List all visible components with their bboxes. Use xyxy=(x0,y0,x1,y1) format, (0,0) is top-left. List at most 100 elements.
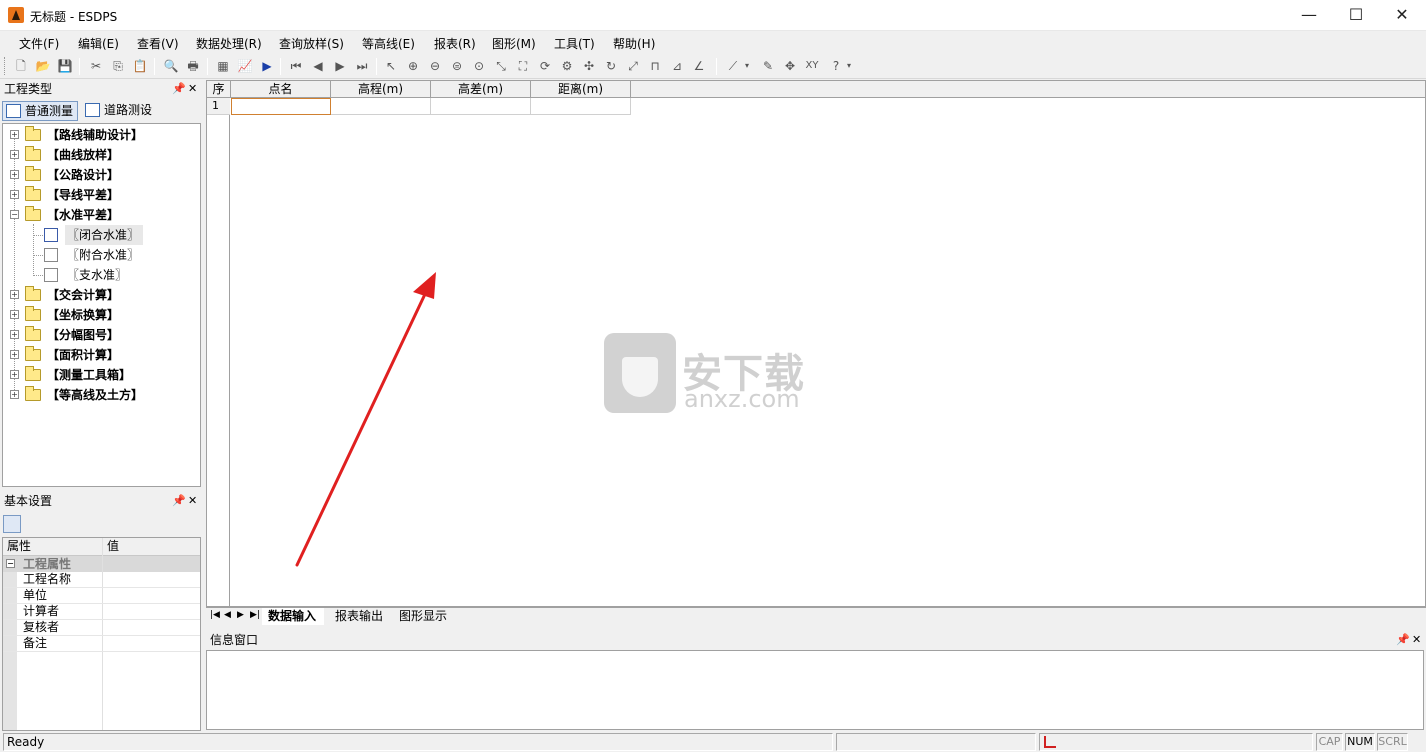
close-icon[interactable]: ✕ xyxy=(188,492,197,510)
close-icon[interactable]: ✕ xyxy=(1412,631,1421,649)
calculate-icon[interactable]: ▦ xyxy=(215,58,231,74)
prev-sheet-icon[interactable]: ◀ xyxy=(224,610,231,620)
menu-file[interactable]: 文件(F) xyxy=(19,35,59,52)
pin-icon[interactable]: 📌 xyxy=(172,80,186,98)
pen-icon[interactable]: ✎ xyxy=(760,58,776,74)
tree-item-area-calc[interactable]: + 【面积计算】 xyxy=(3,345,200,365)
tree-item-closed-leveling[interactable]: 〖闭合水准〗 xyxy=(3,225,200,245)
property-row-calculator[interactable]: 计算者 xyxy=(3,604,200,620)
column-header-point-name[interactable]: 点名 xyxy=(231,81,331,98)
last-record-icon[interactable]: ⏭ xyxy=(354,58,370,74)
column-header-height-diff[interactable]: 高差(m) xyxy=(431,81,531,98)
tab-report-output[interactable]: 报表输出 xyxy=(329,608,391,625)
menu-graphics[interactable]: 图形(M) xyxy=(492,35,536,52)
menu-contour[interactable]: 等高线(E) xyxy=(362,35,415,52)
grid-cell-height-diff[interactable] xyxy=(431,98,531,115)
tree-item-curve-stakeout[interactable]: + 【曲线放样】 xyxy=(3,145,200,165)
column-header-elevation[interactable]: 高程(m) xyxy=(331,81,431,98)
expand-icon[interactable]: + xyxy=(10,350,19,359)
close-icon[interactable]: ✕ xyxy=(188,80,197,98)
xy-coordinate-icon[interactable]: XY xyxy=(804,58,820,74)
column-header-seq[interactable]: 序 xyxy=(207,81,231,98)
play-icon[interactable]: ▶ xyxy=(259,58,275,74)
new-file-icon[interactable]: 🗋 xyxy=(13,58,29,74)
menu-data-processing[interactable]: 数据处理(R) xyxy=(196,35,262,52)
collapse-icon[interactable]: − xyxy=(6,559,15,568)
menu-edit[interactable]: 编辑(E) xyxy=(78,35,119,52)
info-panel-body[interactable] xyxy=(206,650,1424,730)
angle-measure-icon[interactable]: ⊿ xyxy=(669,58,685,74)
save-icon[interactable]: 💾 xyxy=(57,58,73,74)
tree-item-contour-earthwork[interactable]: + 【等高线及土方】 xyxy=(3,385,200,405)
expand-icon[interactable]: + xyxy=(10,330,19,339)
angle-icon[interactable]: ∠ xyxy=(691,58,707,74)
zoom-extents-icon[interactable]: ⛶ xyxy=(515,58,531,74)
property-row-unit[interactable]: 单位 xyxy=(3,588,200,604)
tree-item-survey-toolbox[interactable]: + 【测量工具箱】 xyxy=(3,365,200,385)
zoom-in-icon[interactable]: ⊕ xyxy=(405,58,421,74)
tree-item-coordinate-transform[interactable]: + 【坐标换算】 xyxy=(3,305,200,325)
move-icon[interactable]: ✥ xyxy=(782,58,798,74)
menu-tools[interactable]: 工具(T) xyxy=(554,35,595,52)
menu-view[interactable]: 查看(V) xyxy=(137,35,179,52)
grid-cell-point-name[interactable] xyxy=(231,98,331,115)
zoom-window-icon[interactable]: ⊜ xyxy=(449,58,465,74)
pin-icon[interactable]: 📌 xyxy=(1396,631,1410,649)
property-row-reviewer[interactable]: 复核者 xyxy=(3,620,200,636)
expand-icon[interactable]: + xyxy=(10,310,19,319)
scale-icon[interactable]: ⤢ xyxy=(625,58,641,74)
expand-icon[interactable]: + xyxy=(10,290,19,299)
next-sheet-icon[interactable]: ▶ xyxy=(237,610,244,620)
tab-general-survey[interactable]: 普通测量 xyxy=(2,101,79,121)
column-header-distance[interactable]: 距离(m) xyxy=(531,81,631,98)
tree-item-intersection[interactable]: + 【交会计算】 xyxy=(3,285,200,305)
pin-icon[interactable]: 📌 xyxy=(172,492,186,510)
tree-item-branch-leveling[interactable]: 〖支水准〗 xyxy=(3,265,200,285)
menu-query-stakeout[interactable]: 查询放样(S) xyxy=(279,35,344,52)
minimize-button[interactable]: — xyxy=(1286,0,1332,31)
close-button[interactable]: ✕ xyxy=(1379,0,1425,31)
paste-icon[interactable]: 📋 xyxy=(132,58,148,74)
tab-road-survey[interactable]: 道路测设 xyxy=(82,101,156,121)
expand-icon[interactable]: + xyxy=(10,370,19,379)
print-preview-icon[interactable]: 🔍 xyxy=(163,58,179,74)
pan-view-icon[interactable]: ⟳ xyxy=(537,58,553,74)
expand-icon[interactable]: + xyxy=(10,130,19,139)
grid-cell-elevation[interactable] xyxy=(331,98,431,115)
menu-help[interactable]: 帮助(H) xyxy=(613,35,655,52)
pointer-icon[interactable]: ↖ xyxy=(383,58,399,74)
first-record-icon[interactable]: ⏮ xyxy=(288,58,304,74)
line-tool-icon[interactable]: ⟋ xyxy=(725,58,741,74)
previous-record-icon[interactable]: ◀ xyxy=(310,58,326,74)
tree-item-map-sheet[interactable]: + 【分幅图号】 xyxy=(3,325,200,345)
rotate-icon[interactable]: ↻ xyxy=(603,58,619,74)
row-number[interactable]: 1 xyxy=(207,98,230,115)
property-row-remarks[interactable]: 备注 xyxy=(3,636,200,652)
print-icon[interactable]: 🖶 xyxy=(185,58,201,74)
expand-icon[interactable]: + xyxy=(10,170,19,179)
open-folder-icon[interactable]: 📂 xyxy=(35,58,51,74)
copy-icon[interactable]: ⎘ xyxy=(110,58,126,74)
maximize-button[interactable]: ☐ xyxy=(1333,0,1379,31)
menu-report[interactable]: 报表(R) xyxy=(434,35,476,52)
property-row-project-name[interactable]: 工程名称 xyxy=(3,572,200,588)
grid-cell-distance[interactable] xyxy=(531,98,631,115)
cut-icon[interactable]: ✂ xyxy=(88,58,104,74)
expand-icon[interactable]: + xyxy=(10,150,19,159)
tree-item-highway-design[interactable]: + 【公路设计】 xyxy=(3,165,200,185)
tools-icon[interactable] xyxy=(50,515,68,533)
tab-graphic-display[interactable]: 图形显示 xyxy=(393,608,455,625)
help-icon[interactable]: ? xyxy=(828,58,844,74)
zoom-out-icon[interactable]: ⊖ xyxy=(427,58,443,74)
last-sheet-icon[interactable]: ▶| xyxy=(250,610,260,620)
chart-icon[interactable]: 📈 xyxy=(237,58,253,74)
categorized-view-icon[interactable] xyxy=(3,515,21,533)
tab-data-input[interactable]: 数据输入 xyxy=(262,608,325,625)
next-record-icon[interactable]: ▶ xyxy=(332,58,348,74)
collapse-icon[interactable]: − xyxy=(10,210,19,219)
expand-icon[interactable]: + xyxy=(10,390,19,399)
expand-icon[interactable]: + xyxy=(10,190,19,199)
dropdown-arrow-icon[interactable]: ▾ xyxy=(845,58,853,74)
toolbar-grip[interactable] xyxy=(4,57,7,75)
dropdown-arrow-icon[interactable]: ▾ xyxy=(743,58,751,74)
